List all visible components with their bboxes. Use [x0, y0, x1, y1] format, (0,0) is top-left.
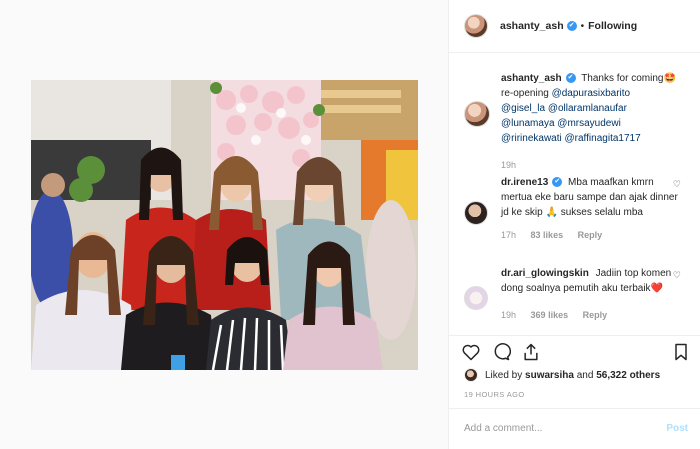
post-timestamp[interactable]: 19 HOURS AGO: [464, 390, 525, 399]
comment-username[interactable]: dr.ari_glowingskin: [501, 268, 589, 279]
comment-time[interactable]: 17h: [501, 230, 516, 240]
comment-input[interactable]: Add a comment...: [464, 423, 542, 434]
reply-button[interactable]: Reply: [578, 230, 603, 240]
post-photo[interactable]: [31, 80, 418, 370]
post-button[interactable]: Post: [666, 423, 688, 434]
liker-username[interactable]: suwarsiha: [525, 370, 574, 381]
reply-button[interactable]: Reply: [583, 310, 608, 320]
share-icon[interactable]: [521, 342, 541, 362]
emoji-pray: 🙏: [545, 207, 558, 218]
caption-text-mid: re-opening: [501, 88, 549, 99]
details-panel: ashanty_ash ✔ • Following ashanty_ash ✔ T…: [449, 0, 700, 449]
comment-icon[interactable]: [491, 342, 511, 362]
mention-link[interactable]: @ollaramlanaufar: [548, 103, 627, 114]
emoji-heart: ❤️: [650, 283, 663, 294]
following-button[interactable]: Following: [588, 20, 637, 32]
mention-link[interactable]: @lunamaya: [501, 118, 555, 129]
add-comment-bar: Add a comment... Post: [449, 408, 700, 449]
commenter-avatar[interactable]: [464, 286, 488, 310]
commenter-avatar[interactable]: [464, 201, 488, 225]
mention-link[interactable]: @raffinagita1717: [565, 133, 641, 144]
post-header: ashanty_ash ✔ • Following: [449, 0, 700, 53]
caption-time[interactable]: 19h: [501, 160, 516, 170]
caption-author-avatar[interactable]: [464, 101, 490, 127]
comment-heart-icon[interactable]: ♡: [673, 179, 681, 190]
comments-list[interactable]: ashanty_ash ✔ Thanks for coming🤩 re-openi…: [449, 53, 700, 335]
verified-badge-icon: ✔: [566, 21, 577, 31]
author-avatar[interactable]: [464, 14, 488, 38]
comment-body: dr.irene13 ✔ Mba maafkan kmrn mertua eke …: [501, 175, 681, 243]
mention-link[interactable]: @mrsayudewi: [557, 118, 621, 129]
mention-link[interactable]: @dapurasixbarito: [552, 88, 631, 99]
liker-avatar[interactable]: [464, 368, 478, 382]
likes-conj: and: [576, 369, 594, 381]
caption-body: ashanty_ash ✔ Thanks for coming🤩 re-openi…: [501, 71, 681, 173]
likes-summary: Liked by suwarsiha and 56,322 others: [464, 368, 660, 382]
media-pane: [0, 0, 449, 449]
comment-likes[interactable]: 83 likes: [531, 230, 564, 240]
verified-badge-icon: ✔: [565, 73, 576, 84]
heart-icon[interactable]: [461, 342, 481, 362]
likes-count[interactable]: 56,322 others: [596, 370, 660, 381]
bookmark-icon[interactable]: [671, 342, 691, 362]
group-photo-illustration: [31, 80, 418, 370]
comment-username[interactable]: dr.irene13: [501, 177, 548, 188]
likes-prefix: Liked by: [485, 369, 523, 381]
comment-body: dr.ari_glowingskin Jadiin top komen dong…: [501, 266, 681, 323]
separator-dot: •: [580, 20, 585, 32]
comment-meta: 17h 83 likes Reply: [501, 228, 681, 243]
comment-time[interactable]: 19h: [501, 310, 516, 320]
comment-meta: 19h 369 likes Reply: [501, 308, 681, 323]
comment-text-end: sukses selalu mba: [560, 207, 643, 218]
action-bar: [449, 335, 700, 365]
caption-text: Thanks for coming: [581, 73, 664, 84]
author-username[interactable]: ashanty_ash: [500, 20, 564, 32]
comment-likes[interactable]: 369 likes: [531, 310, 569, 320]
caption-meta: 19h: [501, 158, 681, 173]
comment-heart-icon[interactable]: ♡: [673, 270, 681, 281]
caption-username[interactable]: ashanty_ash: [501, 73, 562, 84]
verified-badge-icon: ✔: [552, 177, 563, 188]
mention-link[interactable]: @ririnekawati: [501, 133, 562, 144]
emoji-star-eyes: 🤩: [663, 73, 676, 84]
mention-link[interactable]: @gisel_la: [501, 103, 545, 114]
